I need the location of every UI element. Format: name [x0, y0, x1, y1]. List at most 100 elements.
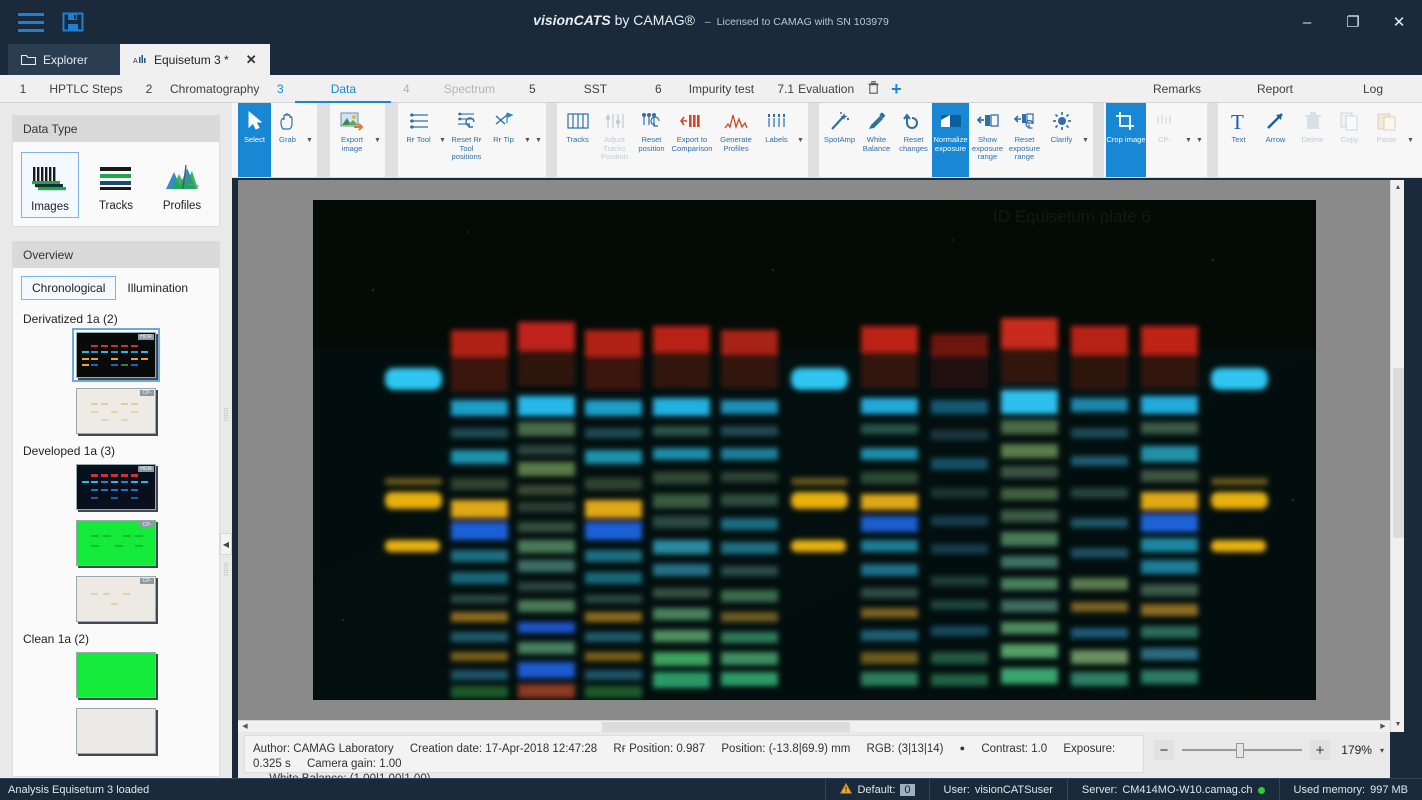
thumbnail-derivatized-hdr[interactable]: HDR [76, 332, 156, 378]
export-image-dropdown-caret-icon[interactable]: ▼ [372, 103, 383, 177]
step-remarks[interactable]: Remarks [1128, 82, 1226, 96]
scroll-up-icon[interactable]: ▲ [1391, 184, 1405, 191]
overview-mode-illumination[interactable]: Illumination [116, 276, 199, 300]
paste-icon [1376, 108, 1398, 134]
overview-group-title: Developed 1a (3) [23, 444, 211, 458]
cp-dropdown-caret-icon[interactable]: ▼ [1183, 103, 1194, 177]
overview-mode-chronological[interactable]: Chronological [21, 276, 116, 300]
cursor-arrow-icon [247, 108, 263, 134]
tool-spotamp[interactable]: SpotAmp [821, 103, 858, 177]
tool-label: Rғ Tool [400, 136, 437, 145]
tool-export-to-comparison[interactable]: Export to Comparison [670, 103, 714, 177]
tool-rf-tip[interactable]: Rғ Tip [485, 103, 522, 177]
hamburger-menu-icon[interactable] [18, 13, 44, 31]
tool-reset-rf-tool-positions[interactable]: Reset Rғ Tool positions [448, 103, 485, 177]
rf-tip-dropdown-caret-icon[interactable]: ▼ [522, 103, 533, 177]
restore-button[interactable]: ❐ [1330, 0, 1376, 44]
labels-dropdown-caret-icon[interactable]: ▼ [795, 103, 806, 177]
data-type-tracks-label: Tracks [89, 200, 143, 212]
close-icon[interactable]: ✕ [246, 52, 257, 68]
step-data[interactable]: 3 Data [265, 75, 391, 103]
tool-export-image[interactable]: Export image [332, 103, 372, 177]
step-evaluation[interactable]: 7.1 Evaluation [769, 75, 860, 103]
zoom-slider[interactable] [1182, 740, 1302, 760]
horizontal-scroll-thumb[interactable] [602, 722, 850, 732]
delete-step-icon[interactable] [868, 81, 879, 97]
thumbnail-clean-green[interactable] [76, 652, 156, 698]
user-label: User: [944, 784, 970, 796]
vertical-scroll-thumb[interactable] [1393, 368, 1404, 538]
overview-thumbnail-list: Derivatized 1a (2) [13, 312, 219, 776]
thumbnail-developed-green[interactable]: CP- [76, 520, 156, 566]
warning-triangle-icon [840, 783, 852, 797]
status-default[interactable]: Default: 0 [825, 779, 928, 800]
thumbnail-row: CP- [21, 520, 211, 566]
step-impurity-test[interactable]: 6 Impurity test [643, 75, 769, 103]
export-image-icon [340, 108, 364, 134]
tool-text[interactable]: T Text [1220, 103, 1257, 177]
thumbnail-row [21, 652, 211, 698]
sidebar-collapse-toggle[interactable]: ◀ [220, 533, 232, 555]
rf-tool-dropdown-caret-icon[interactable]: ▼ [437, 103, 448, 177]
tool-rf-tool[interactable]: Rғ Tool [400, 103, 437, 177]
zoom-controls: − + 179% ▾ [1154, 740, 1384, 760]
tab-explorer[interactable]: Explorer [8, 44, 120, 75]
tool-generate-profiles[interactable]: Generate Profiles [714, 103, 758, 177]
step-chromatography[interactable]: 2 Chromatography [134, 75, 265, 103]
zoom-slider-knob[interactable] [1236, 743, 1244, 758]
scroll-left-icon[interactable]: ◀ [239, 722, 251, 730]
thumbnail-derivatized-cp[interactable]: CP- [76, 388, 156, 434]
zoom-out-button[interactable]: − [1154, 740, 1174, 760]
tool-tracks[interactable]: Tracks [559, 103, 596, 177]
step-log[interactable]: Log [1324, 82, 1422, 96]
thumbnail-clean-white[interactable] [76, 708, 156, 754]
minimize-button[interactable]: – [1284, 0, 1330, 44]
annotation-group-overflow-caret-icon[interactable]: ▼ [1405, 103, 1416, 177]
tool-grab[interactable]: Grab [271, 103, 304, 177]
tool-show-exposure-range[interactable]: Show exposure range [969, 103, 1006, 177]
image-viewport[interactable]: ID Equisetum plate 6 [238, 180, 1390, 720]
tool-white-balance[interactable]: White Balance [858, 103, 895, 177]
rf-group-overflow-caret-icon[interactable]: ▼ [533, 103, 544, 177]
add-step-icon[interactable]: + [891, 79, 902, 100]
tool-clarify[interactable]: Clarify [1043, 103, 1080, 177]
data-type-images[interactable]: Images [21, 152, 79, 218]
thumbnail-developed-hdr[interactable]: HDR [76, 464, 156, 510]
thumbnail-row: HDR [21, 332, 211, 378]
tool-crop-image[interactable]: Crop image [1106, 103, 1146, 177]
image-toolbar: Select Grab ▼ Export image ▼ Rғ Tool ▼ [232, 103, 1422, 178]
save-disk-icon[interactable] [62, 12, 84, 32]
vertical-scrollbar[interactable]: ▲ ▼ [1390, 180, 1404, 732]
data-type-profiles[interactable]: Profiles [153, 152, 211, 218]
tool-reset-position[interactable]: Reset position [633, 103, 670, 177]
grab-dropdown-caret-icon[interactable]: ▼ [304, 103, 315, 177]
tool-labels[interactable]: Labels [758, 103, 795, 177]
step-spectrum[interactable]: 4 Spectrum [391, 75, 517, 103]
zoom-in-button[interactable]: + [1310, 740, 1330, 760]
data-type-tracks[interactable]: Tracks [87, 152, 145, 218]
scroll-right-icon[interactable]: ▶ [1377, 722, 1389, 730]
step-hptlc-steps[interactable]: 1 HPTLC Steps [8, 75, 134, 103]
close-button[interactable]: ✕ [1376, 0, 1422, 44]
color-swatch-dot-icon: ● [960, 743, 965, 753]
camera-gain-label: Camera gain: [307, 758, 376, 770]
thumbnail-developed-cp[interactable]: CP- [76, 576, 156, 622]
tool-reset-exposure-range[interactable]: Reset exposure range [1006, 103, 1043, 177]
horizontal-scrollbar[interactable]: ◀ ▶ [238, 720, 1390, 732]
tool-normalize-exposure[interactable]: Normalize exposure [932, 103, 969, 177]
step-sst[interactable]: 5 SST [517, 75, 643, 103]
tool-reset-changes[interactable]: Reset changes [895, 103, 932, 177]
hptlc-plate-image[interactable]: ID Equisetum plate 6 [313, 200, 1316, 700]
status-server: Server: CM414MO-W10.camag.ch [1067, 779, 1279, 800]
tab-document[interactable]: A Equisetum 3 * ✕ [120, 44, 270, 75]
tool-select[interactable]: Select [238, 103, 271, 177]
tool-arrow[interactable]: Arrow [1257, 103, 1294, 177]
step-number: 4 [391, 82, 421, 96]
zoom-dropdown-caret-icon[interactable]: ▾ [1380, 746, 1384, 755]
status-memory: Used memory: 997 MB [1279, 779, 1422, 800]
clarify-dropdown-caret-icon[interactable]: ▼ [1080, 103, 1091, 177]
step-report[interactable]: Report [1226, 82, 1324, 96]
crop-group-overflow-caret-icon[interactable]: ▼ [1194, 103, 1205, 177]
overview-group-title: Clean 1a (2) [23, 632, 211, 646]
scroll-down-icon[interactable]: ▼ [1391, 721, 1405, 728]
